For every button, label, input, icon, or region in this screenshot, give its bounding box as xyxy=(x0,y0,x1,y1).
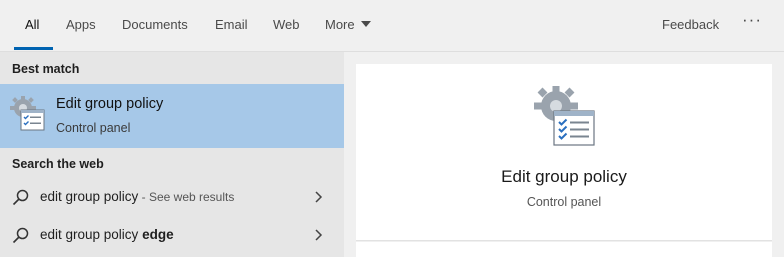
tab-all[interactable]: All xyxy=(25,17,39,32)
search-filter-bar: All Apps Documents Email Web More Feedba… xyxy=(0,0,784,52)
group-policy-icon xyxy=(534,86,595,146)
web-result-query-bold: edge xyxy=(142,227,174,242)
best-match-title: Edit group policy xyxy=(56,96,164,112)
chevron-right-icon[interactable] xyxy=(314,228,324,242)
web-result-query: edit group policy xyxy=(40,189,139,204)
tab-web[interactable]: Web xyxy=(273,17,300,32)
web-result-item[interactable]: edit group policy edge xyxy=(0,218,344,254)
tab-more[interactable]: More xyxy=(325,17,371,32)
web-result-text: edit group policy edge xyxy=(40,227,174,242)
best-match-item[interactable]: Edit group policy Control panel xyxy=(0,84,344,148)
results-list: Best match Edit group policy Control pan… xyxy=(0,52,344,257)
chevron-down-icon xyxy=(360,21,371,27)
tab-apps[interactable]: Apps xyxy=(66,17,96,32)
preview-actions-area xyxy=(356,242,772,257)
web-result-hint: - See web results xyxy=(138,190,235,204)
preview-pane: Edit group policy Control panel xyxy=(356,64,772,241)
best-match-heading: Best match xyxy=(12,62,80,76)
web-result-query: edit group policy xyxy=(40,227,143,242)
preview-title: Edit group policy xyxy=(501,167,627,186)
tab-documents[interactable]: Documents xyxy=(122,17,188,32)
active-tab-indicator xyxy=(14,47,53,50)
search-icon xyxy=(12,227,29,244)
web-result-item[interactable]: edit group policy - See web results xyxy=(0,180,344,216)
chevron-right-icon[interactable] xyxy=(314,190,324,204)
more-options-icon[interactable]: ··· xyxy=(742,10,762,30)
tab-email[interactable]: Email xyxy=(215,17,248,32)
best-match-subtitle: Control panel xyxy=(56,121,131,135)
group-policy-icon xyxy=(10,96,45,131)
tab-more-label: More xyxy=(325,17,355,32)
search-icon xyxy=(12,189,29,206)
feedback-button[interactable]: Feedback xyxy=(662,17,719,32)
search-the-web-heading: Search the web xyxy=(12,157,104,171)
web-result-text: edit group policy - See web results xyxy=(40,189,234,204)
preview-subtitle: Control panel xyxy=(526,195,602,209)
